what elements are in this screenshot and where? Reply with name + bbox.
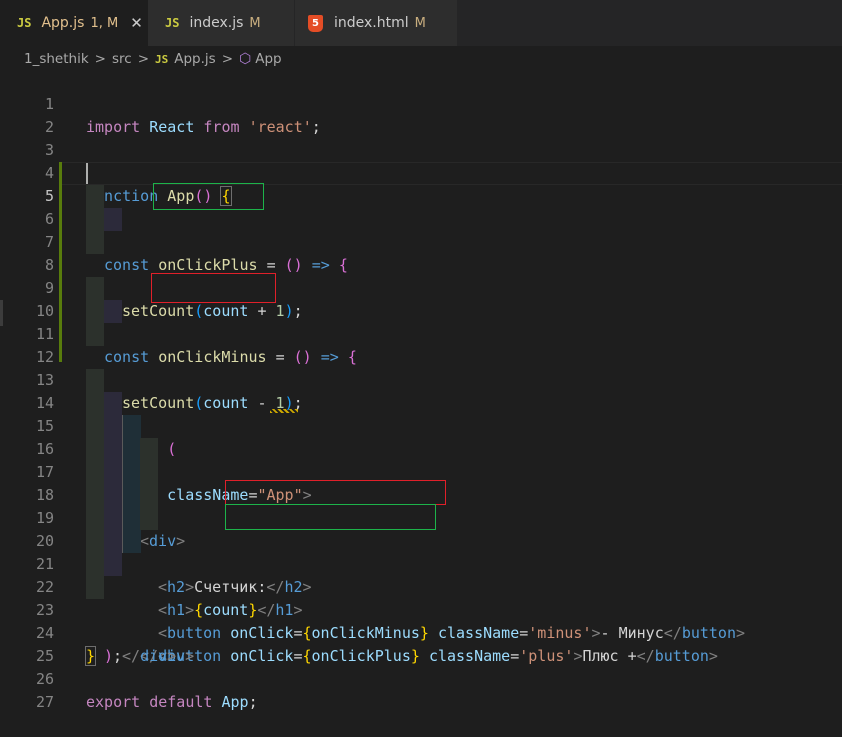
code-line: 14 return (	[0, 369, 842, 458]
highlight-box-onclickminus-definition	[151, 273, 276, 303]
code-line: 17 <h2>Счетчик:</h2>	[0, 438, 842, 596]
chevron-right-icon: >	[94, 51, 106, 67]
tab-index-js[interactable]: JS index.js M	[148, 0, 294, 46]
code-line: 10 const onClickMinus = () => {	[0, 277, 842, 366]
javascript-icon: JS	[17, 16, 32, 30]
javascript-icon: JS	[155, 52, 169, 66]
code-line: 7 setCount(count + 1);	[0, 208, 842, 320]
code-line: 21 </div>	[0, 530, 842, 665]
tab-app-js[interactable]: JS App.js 1, M ✕	[0, 0, 148, 46]
html5-icon: 5	[308, 14, 323, 32]
code-line: 24 }	[0, 599, 842, 666]
text-cursor	[86, 163, 88, 184]
tab-label: index.js	[189, 15, 244, 31]
tab-status: M	[414, 15, 426, 31]
highlight-box-onclick-minus	[225, 480, 446, 505]
chevron-right-icon: >	[221, 51, 234, 67]
tab-status: 1, M	[90, 15, 119, 31]
tab-bar: JS App.js 1, M ✕ JS index.js M 5 index.h…	[0, 0, 842, 46]
breadcrumb-file[interactable]: App.js	[174, 51, 215, 67]
code-line: 2	[0, 93, 842, 136]
code-line: 6 const onClickPlus = () => {	[0, 185, 842, 274]
highlight-box-onclickplus-definition	[153, 183, 264, 210]
javascript-icon: JS	[165, 16, 180, 30]
code-line: 26 export default App;	[0, 645, 842, 711]
tab-label: index.html	[334, 15, 409, 31]
highlight-box-onclick-plus	[225, 504, 436, 530]
code-line: 3	[0, 116, 842, 159]
code-line: 22 </div>	[0, 553, 842, 665]
code-line: 1 import React from 'react';	[0, 70, 842, 136]
code-editor[interactable]: 1 import React from 'react'; 2 3 4 funct…	[0, 70, 842, 711]
chevron-right-icon: >	[137, 51, 149, 67]
breadcrumb: 1_shethik > src > JS App.js > ⬡ App	[0, 46, 842, 72]
code-line: 25	[0, 622, 842, 665]
tab-label: App.js	[41, 15, 85, 31]
close-icon[interactable]: ✕	[130, 14, 143, 32]
code-line: 13	[0, 346, 842, 389]
code-line: 12 }	[0, 323, 842, 412]
code-line: 9	[0, 254, 842, 297]
code-line: 23 );	[0, 576, 842, 665]
code-line: 15 <div className="App">	[0, 392, 842, 504]
code-line: 11 setCount(count - 1);	[0, 300, 842, 412]
breadcrumb-folder[interactable]: 1_shethik	[24, 51, 89, 67]
code-line: 16 <div>	[0, 415, 842, 550]
tab-status: M	[249, 15, 261, 31]
code-line: 8 }	[0, 231, 842, 320]
breadcrumb-symbol[interactable]: App	[255, 51, 281, 67]
code-line: 27	[0, 668, 842, 711]
tab-index-html[interactable]: 5 index.html M	[295, 0, 457, 46]
warning-squiggle	[270, 409, 298, 413]
symbol-method-icon: ⬡	[239, 51, 252, 67]
code-line: 5	[0, 162, 842, 205]
breadcrumb-subfolder[interactable]: src	[112, 51, 132, 67]
code-line: 4 function App() {	[0, 139, 842, 206]
